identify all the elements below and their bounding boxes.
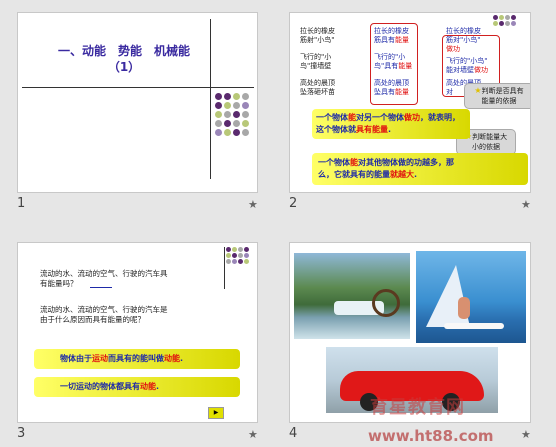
vertical-rule xyxy=(210,19,211,179)
slide1-title-line2: （1） xyxy=(107,60,141,74)
horizontal-rule xyxy=(22,87,254,88)
slide-number-3: 3 xyxy=(17,426,26,441)
slide2-col2-item2: 飞行的"小 鸟"具有能量 xyxy=(374,53,413,70)
slide2-banner-1: 一个物体能对另一个物体做功，就表明， 这个物体就具有能量. xyxy=(312,109,470,139)
slide-thumbnail-2[interactable]: 拉长的橡皮 筋射"小鸟" 飞行的"小 鸟"撞墙壁 高处的晨顶 坠落砸坏苗 拉长的… xyxy=(289,12,531,193)
star-icon[interactable]: ★ xyxy=(521,198,531,211)
slide-thumbnail-1[interactable]: 一、动能 势能 机械能 （1） xyxy=(17,12,258,193)
decorative-dots xyxy=(226,247,249,264)
callout-energy-criterion: ★判断是否具有 能量的依据 xyxy=(464,83,530,109)
slide3-banner-2: 一切运动的物体都具有动能. xyxy=(34,377,240,397)
star-icon[interactable]: ★ xyxy=(248,198,258,211)
slide2-col2-item1: 拉长的橡皮 筋具有能量 xyxy=(374,27,409,44)
slide3-banner-1: 物体由于运动而具有的能叫做动能. xyxy=(34,349,240,369)
slide-number-1: 1 xyxy=(17,196,26,211)
watermark-url: www.ht88.com xyxy=(368,427,494,445)
slide2-col3-item1: 拉长的橡皮 筋对"小鸟" 做功 xyxy=(446,27,481,53)
slide-number-2: 2 xyxy=(289,196,298,211)
slide2-col1-item1: 拉长的橡皮 筋射"小鸟" xyxy=(300,27,335,44)
windsurfer-image xyxy=(416,251,526,343)
decorative-dots xyxy=(215,93,249,136)
slide-thumbnail-3[interactable]: 流动的水、流动的空气、行驶的汽车具 有能量吗？ 流动的水、流动的空气、行驶的汽车… xyxy=(17,242,258,423)
slide3-question-1: 流动的水、流动的空气、行驶的汽车具 有能量吗？ xyxy=(40,269,168,288)
slide1-title: 一、动能 势能 机械能 （1） xyxy=(34,43,214,75)
next-arrow-button[interactable]: ▶ xyxy=(208,407,224,419)
slide2-col3-item2: 飞行的"小鸟" 能对墙壁做功 xyxy=(446,57,488,74)
slide-number-4: 4 xyxy=(289,426,298,441)
slide2-col2-item3: 高处的晨顶 坠具有能量 xyxy=(374,79,409,96)
slide1-title-line1: 一、动能 势能 机械能 xyxy=(57,44,190,58)
watermark-logo: 育星教育网 xyxy=(370,397,465,418)
slide3-question-1-underline xyxy=(90,287,112,288)
slide-thumbnail-4[interactable]: 育星教育网 xyxy=(289,242,531,423)
slide2-col1-item3: 高处的晨顶 坠落砸坏苗 xyxy=(300,79,335,96)
star-icon[interactable]: ★ xyxy=(521,428,531,441)
star-icon: ★ xyxy=(474,86,482,95)
slide3-vertical-rule xyxy=(224,247,225,289)
slide3-question-2: 流动的水、流动的空气、行驶的汽车是 由于什么原因而具有能量的呢？ xyxy=(40,305,168,324)
slide2-col1-item2: 飞行的"小 鸟"撞墙壁 xyxy=(300,53,332,70)
decorative-dots xyxy=(493,15,516,26)
star-icon[interactable]: ★ xyxy=(248,428,258,441)
slide2-banner-2: 一个物体能对其他物体做的功越多，那 么，它就具有的能量就越大. xyxy=(312,153,528,185)
waterfall-image xyxy=(294,253,410,339)
